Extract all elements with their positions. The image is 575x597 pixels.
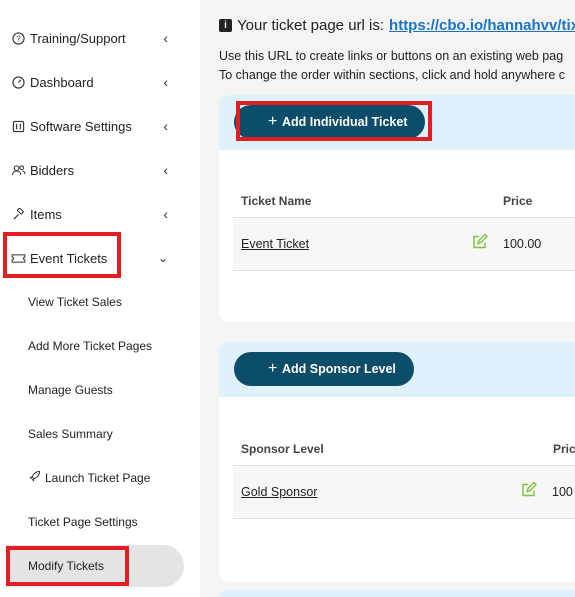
sidebar-item-software-settings[interactable]: Software Settings ‹	[0, 104, 190, 148]
svg-text:?: ?	[16, 33, 21, 43]
gavel-icon	[10, 206, 26, 222]
table-row: Event Ticket 100.00	[233, 217, 575, 271]
subnav-label: Sales Summary	[28, 427, 113, 441]
url-prefix: Your ticket page url is:	[237, 17, 385, 34]
sidebar-item-items[interactable]: Items ‹	[0, 192, 190, 236]
sidebar-item-event-tickets[interactable]: Event Tickets ⌄	[0, 236, 190, 280]
subnav-manage-guests[interactable]: Manage Guests	[28, 368, 113, 412]
subnav-label: Ticket Page Settings	[28, 515, 138, 529]
help-line: Use this URL to create links or buttons …	[219, 49, 564, 63]
sidebar-item-label: Software Settings	[30, 118, 132, 134]
sidebar-item-label: Training/Support	[30, 30, 126, 46]
help-line: To change the order within sections, cli…	[219, 68, 566, 82]
subnav-sales-summary[interactable]: Sales Summary	[28, 412, 113, 456]
subnav-view-ticket-sales[interactable]: View Ticket Sales	[28, 280, 122, 324]
edit-icon[interactable]	[472, 233, 488, 255]
chevron-left-icon: ‹	[163, 162, 168, 178]
subnav-ticket-page-settings[interactable]: Ticket Page Settings	[28, 500, 138, 544]
sponsor-price: 100	[552, 485, 573, 499]
sidebar-item-label: Items	[30, 206, 62, 222]
edit-icon[interactable]	[521, 481, 537, 503]
table-row: Gold Sponsor 100	[233, 465, 575, 519]
sidebar-item-label: Dashboard	[30, 74, 94, 90]
subnav-label: Manage Guests	[28, 383, 113, 397]
sponsor-name-link[interactable]: Gold Sponsor	[241, 485, 317, 499]
info-icon: i	[219, 19, 232, 32]
sponsor-levels-card: + Add Sponsor Level Sponsor Level Pric G…	[219, 342, 575, 582]
sidebar-item-training-support[interactable]: ? Training/Support ‹	[0, 16, 190, 60]
card-header: + Add Individual Ticket	[219, 95, 575, 150]
subnav-label: Launch Ticket Page	[45, 471, 151, 485]
subnav-launch-ticket-page[interactable]: Launch Ticket Page	[28, 456, 150, 500]
sidebar-item-bidders[interactable]: Bidders ‹	[0, 148, 190, 192]
rocket-icon	[28, 470, 41, 486]
card-header: + Add Sponsor Level	[219, 342, 575, 397]
chevron-left-icon: ‹	[163, 74, 168, 90]
subnav-label: Modify Tickets	[28, 559, 105, 573]
sidebar-item-dashboard[interactable]: Dashboard ‹	[0, 60, 190, 104]
main-content: i Your ticket page url is: https://cbo.i…	[200, 0, 575, 597]
button-label: Add Sponsor Level	[282, 362, 396, 376]
chevron-left-icon: ‹	[163, 30, 168, 46]
add-sponsor-level-button[interactable]: + Add Sponsor Level	[234, 352, 414, 386]
chevron-left-icon: ‹	[163, 118, 168, 134]
subnav-label: Add More Ticket Pages	[28, 339, 153, 353]
plus-icon: +	[268, 113, 278, 130]
users-icon	[10, 162, 26, 178]
ticket-name-link[interactable]: Event Ticket	[241, 237, 309, 251]
plus-icon: +	[268, 360, 278, 377]
settings-panel-icon	[10, 118, 26, 134]
chevron-left-icon: ‹	[163, 206, 168, 222]
subnav-label: View Ticket Sales	[28, 295, 122, 309]
chevron-down-icon: ⌄	[157, 251, 168, 265]
sidebar: ? Training/Support ‹ Dashboard ‹ Softwar…	[0, 0, 200, 597]
sidebar-item-label: Bidders	[30, 162, 75, 178]
ticket-icon	[10, 250, 26, 266]
ticket-page-url-link[interactable]: https://cbo.io/hannahvv/tix	[389, 17, 575, 34]
add-individual-ticket-button[interactable]: + Add Individual Ticket	[234, 105, 426, 139]
subnav-modify-tickets[interactable]: Modify Tickets	[28, 544, 104, 588]
col-sponsor-level: Sponsor Level	[241, 442, 324, 456]
sidebar-item-label: Event Tickets	[30, 250, 108, 266]
gauge-icon	[10, 74, 26, 90]
next-card-peek	[219, 590, 575, 597]
subnav-add-more-ticket-pages[interactable]: Add More Ticket Pages	[28, 324, 152, 368]
help-text: Use this URL to create links or buttons …	[219, 47, 565, 85]
col-price: Pric	[553, 442, 575, 456]
individual-tickets-card: + Add Individual Ticket Ticket Name Pric…	[219, 95, 575, 322]
col-ticket-name: Ticket Name	[241, 194, 312, 208]
question-circle-icon: ?	[10, 30, 26, 46]
ticket-price: 100.00	[503, 237, 542, 251]
col-price: Price	[503, 194, 533, 208]
ticket-url-line: i Your ticket page url is: https://cbo.i…	[219, 17, 575, 34]
button-label: Add Individual Ticket	[282, 115, 408, 129]
